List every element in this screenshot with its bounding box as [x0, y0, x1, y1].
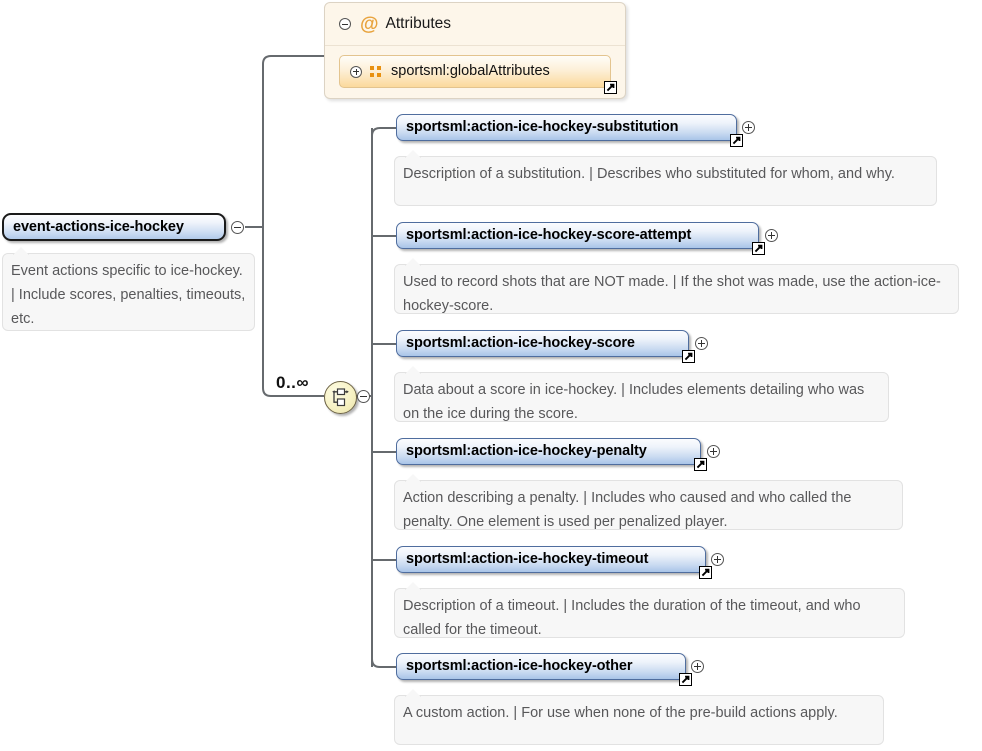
doc-pointer-notch — [405, 474, 421, 482]
attributes-panel: @ Attributes sportsml:globalAttributes — [324, 2, 626, 99]
attribute-group-icon — [370, 66, 383, 77]
element-name-score: sportsml:action-ice-hockey-score — [406, 335, 635, 352]
schema-diagram-canvas: event-actions-ice-hockey Event actions s… — [0, 0, 982, 751]
element-box-substitution[interactable]: sportsml:action-ice-hockey-substitution — [396, 114, 743, 147]
attributes-collapse-icon[interactable] — [339, 18, 351, 30]
attribute-group-expand-icon[interactable] — [350, 65, 362, 78]
goto-definition-icon-score-attempt[interactable] — [752, 242, 765, 255]
expand-icon-substitution[interactable] — [742, 121, 755, 134]
doc-pointer-notch — [405, 689, 421, 697]
goto-definition-icon-timeout[interactable] — [699, 566, 712, 579]
goto-definition-icon-other[interactable] — [679, 673, 692, 686]
expand-icon-timeout[interactable] — [711, 553, 724, 566]
expand-icon-other[interactable] — [691, 660, 704, 673]
root-collapse-icon[interactable] — [231, 221, 244, 234]
element-box-score-attempt[interactable]: sportsml:action-ice-hockey-score-attempt — [396, 222, 765, 255]
root-documentation-text: Event actions specific to ice-hockey. | … — [11, 263, 246, 327]
element-name-substitution: sportsml:action-ice-hockey-substitution — [406, 119, 679, 136]
expand-icon-score-attempt[interactable] — [765, 229, 778, 242]
documentation-timeout: Description of a timeout. | Includes the… — [394, 582, 905, 638]
element-name-penalty: sportsml:action-ice-hockey-penalty — [406, 443, 647, 460]
element-box-other[interactable]: sportsml:action-ice-hockey-other — [396, 653, 692, 686]
attribute-group-name: sportsml:globalAttributes — [391, 63, 550, 80]
element-name-score-attempt: sportsml:action-ice-hockey-score-attempt — [406, 227, 692, 244]
doc-pointer-notch — [405, 582, 421, 590]
documentation-text-score-attempt: Used to record shots that are NOT made. … — [403, 274, 941, 314]
documentation-text-score: Data about a score in ice-hockey. | Incl… — [403, 382, 865, 422]
doc-pointer-notch — [405, 366, 421, 374]
goto-definition-icon-score[interactable] — [682, 350, 695, 363]
attributes-panel-header: @ Attributes — [325, 3, 625, 46]
element-name-timeout: sportsml:action-ice-hockey-timeout — [406, 551, 649, 568]
attribute-group-goto-definition-icon[interactable] — [604, 81, 617, 94]
at-symbol-icon: @ — [360, 13, 379, 35]
root-documentation: Event actions specific to ice-hockey. | … — [2, 247, 255, 331]
choice-compositor-icon[interactable] — [324, 381, 357, 414]
goto-definition-icon-substitution[interactable] — [730, 134, 743, 147]
root-element-name: event-actions-ice-hockey — [13, 218, 184, 235]
doc-pointer-notch — [13, 247, 29, 255]
documentation-text-other: A custom action. | For use when none of … — [403, 705, 838, 721]
attribute-group-row[interactable]: sportsml:globalAttributes — [339, 55, 617, 94]
documentation-score: Data about a score in ice-hockey. | Incl… — [394, 366, 889, 422]
root-element-box[interactable]: event-actions-ice-hockey — [2, 213, 226, 241]
element-box-score[interactable]: sportsml:action-ice-hockey-score — [396, 330, 695, 363]
expand-icon-score[interactable] — [695, 337, 708, 350]
doc-pointer-notch — [405, 150, 421, 158]
element-name-other: sportsml:action-ice-hockey-other — [406, 658, 633, 675]
goto-definition-icon-penalty[interactable] — [694, 458, 707, 471]
element-box-timeout[interactable]: sportsml:action-ice-hockey-timeout — [396, 546, 712, 579]
expand-icon-penalty[interactable] — [707, 445, 720, 458]
documentation-score-attempt: Used to record shots that are NOT made. … — [394, 258, 959, 314]
documentation-text-penalty: Action describing a penalty. | Includes … — [403, 490, 852, 530]
documentation-other: A custom action. | For use when none of … — [394, 689, 884, 745]
documentation-text-substitution: Description of a substitution. | Describ… — [403, 166, 895, 182]
compositor-collapse-icon[interactable] — [357, 390, 370, 403]
attributes-panel-title: Attributes — [385, 15, 452, 33]
doc-pointer-notch — [405, 258, 421, 266]
documentation-text-timeout: Description of a timeout. | Includes the… — [403, 598, 861, 638]
element-box-penalty[interactable]: sportsml:action-ice-hockey-penalty — [396, 438, 707, 471]
cardinality-label: 0..∞ — [276, 373, 310, 392]
documentation-substitution: Description of a substitution. | Describ… — [394, 150, 937, 206]
documentation-penalty: Action describing a penalty. | Includes … — [394, 474, 903, 530]
